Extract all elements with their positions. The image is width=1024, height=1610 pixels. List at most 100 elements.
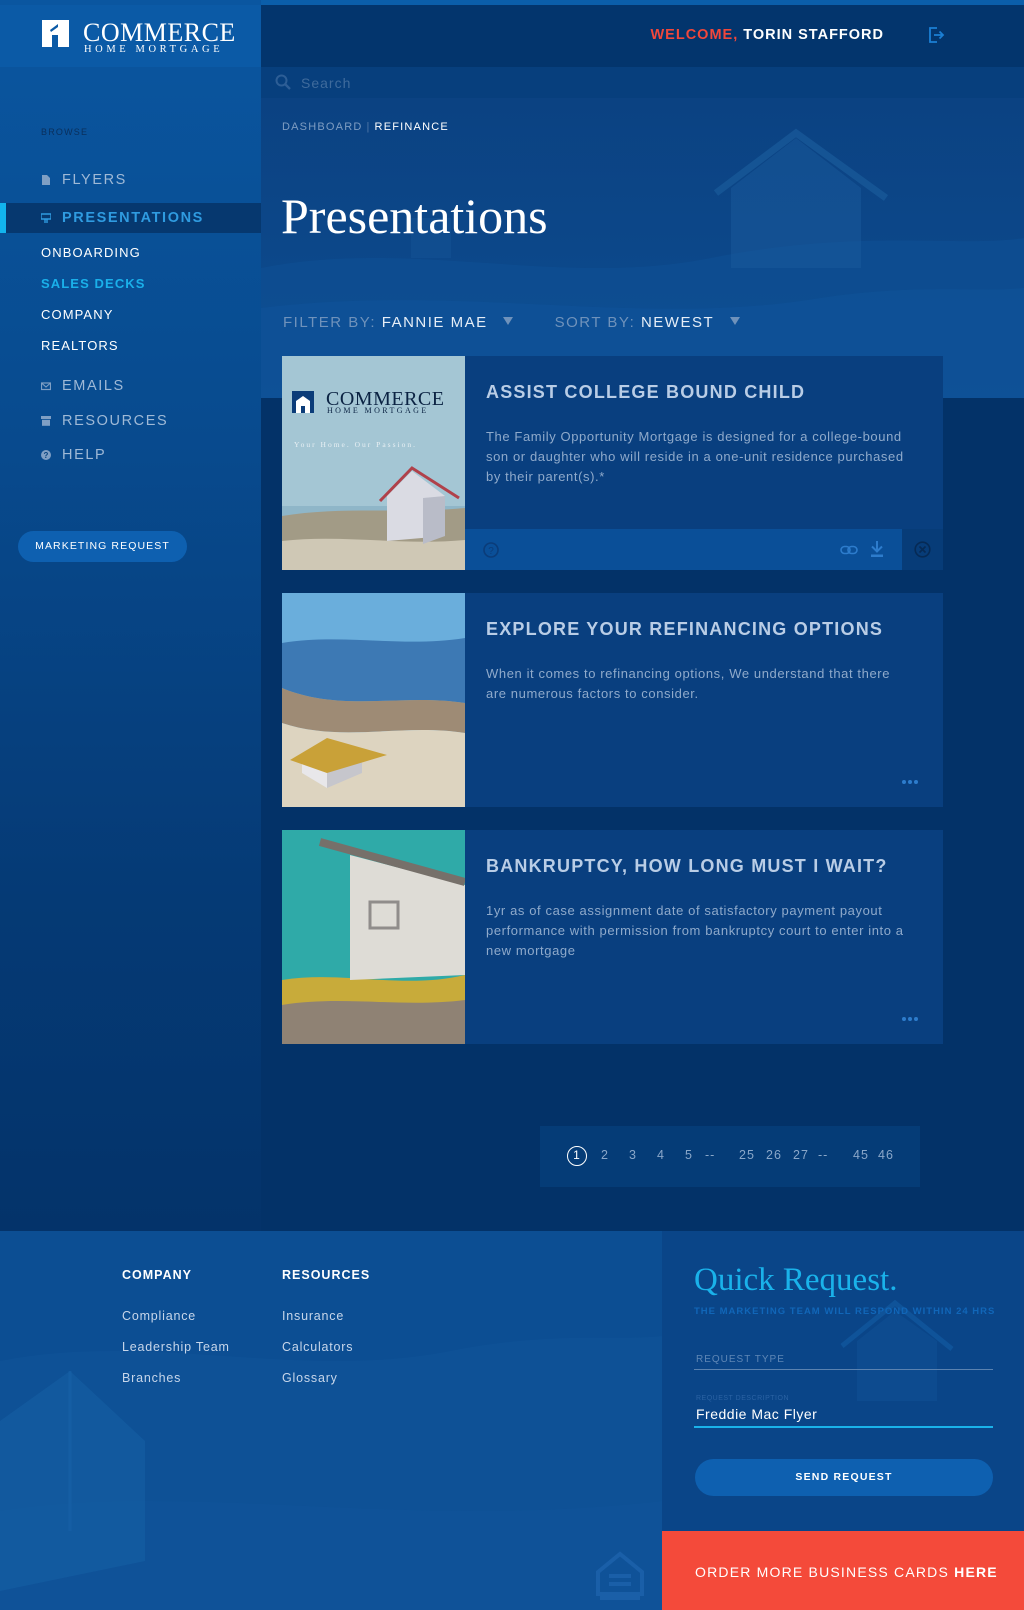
subnav-item-realtors[interactable]: REALTORS [41, 338, 119, 353]
card-description: 1yr as of case assignment date of satisf… [486, 903, 904, 958]
hero-banner [261, 98, 1024, 398]
footer [0, 1231, 662, 1610]
presentation-card[interactable]: COMMERCE HOME MORTGAGE Your Home. Our Pa… [282, 356, 943, 570]
card-title[interactable]: ASSIST COLLEGE BOUND CHILD [486, 382, 805, 403]
browse-label: BROWSE [41, 127, 89, 137]
hero-house-illustration [261, 128, 1024, 398]
page-ellipsis: -- [818, 1148, 829, 1162]
page-link[interactable]: 45 [853, 1148, 869, 1162]
document-icon [42, 175, 50, 185]
quick-request-subtitle: THE MARKETING TEAM WILL RESPOND WITHIN 2… [694, 1306, 996, 1317]
order-business-cards-text: ORDER MORE BUSINESS CARDS HERE [695, 1564, 998, 1580]
footer-link-compliance[interactable]: Compliance [122, 1309, 196, 1323]
filter-dropdown[interactable]: FILTER BY: FANNIE MAE [283, 314, 519, 331]
help-icon: ? [41, 450, 51, 460]
sidebar-item-label: PRESENTATIONS [62, 210, 204, 226]
card-description: The Family Opportunity Mortgage is desig… [486, 429, 904, 484]
close-icon[interactable] [914, 541, 931, 558]
card-thumbnail[interactable] [282, 830, 465, 1044]
thumbnail-house-image [282, 830, 465, 1044]
page-link[interactable]: 25 [739, 1148, 755, 1162]
footer-link-branches[interactable]: Branches [122, 1371, 181, 1385]
card-close-area [902, 529, 943, 570]
search-icon [275, 74, 291, 90]
sidebar-item-emails[interactable]: EMAILS [0, 371, 261, 401]
sidebar-item-label: FLYERS [62, 172, 127, 188]
filter-value: FANNIE MAE [381, 314, 488, 331]
link-icon[interactable] [840, 541, 858, 559]
search-input[interactable] [301, 71, 701, 95]
presentation-card[interactable]: BANKRUPTCY, HOW LONG MUST I WAIT? 1yr as… [282, 830, 943, 1044]
search-bar [261, 67, 1024, 98]
logo-subname: HOME MORTGAGE [84, 44, 224, 55]
sidebar-item-flyers[interactable]: FLYERS [0, 165, 261, 195]
card-thumbnail[interactable] [282, 593, 465, 807]
page-link[interactable]: 2 [601, 1148, 609, 1162]
page-link[interactable]: 4 [657, 1148, 665, 1162]
brand-logo[interactable]: COMMERCE HOME MORTGAGE [0, 5, 261, 67]
order-here-link[interactable]: HERE [954, 1564, 998, 1580]
footer-link-insurance[interactable]: Insurance [282, 1309, 344, 1323]
sort-label: SORT BY: [554, 314, 636, 331]
more-options-icon[interactable] [901, 1016, 919, 1022]
subnav-item-onboarding[interactable]: ONBOARDING [41, 245, 141, 260]
order-text: ORDER MORE BUSINESS CARDS [695, 1564, 950, 1580]
footer-resources-title: RESOURCES [282, 1268, 371, 1282]
subnav-item-company[interactable]: COMPANY [41, 307, 113, 322]
thumbnail-tagline: Your Home. Our Passion. [294, 440, 417, 449]
order-business-cards-banner[interactable]: ORDER MORE BUSINESS CARDS HERE [662, 1531, 1024, 1610]
filter-sort-row: FILTER BY: FANNIE MAE SORT BY: NEWEST [283, 314, 740, 331]
pagination: 1 2 3 4 5 -- 25 26 27 -- 45 46 [540, 1126, 920, 1187]
sidebar-item-resources[interactable]: RESOURCES [0, 406, 261, 436]
card-thumbnail[interactable]: COMMERCE HOME MORTGAGE Your Home. Our Pa… [282, 356, 465, 570]
footer-link-calculators[interactable]: Calculators [282, 1340, 353, 1354]
welcome-prefix: WELCOME, [650, 27, 739, 43]
sidebar-item-presentations[interactable]: PRESENTATIONS [0, 203, 261, 233]
marketing-request-button[interactable]: MARKETING REQUEST [18, 531, 187, 562]
thumbnail-house-image [282, 593, 465, 807]
footer-link-glossary[interactable]: Glossary [282, 1371, 338, 1385]
page-link[interactable]: 3 [629, 1148, 637, 1162]
welcome-message: WELCOME, TORIN STAFFORD [650, 27, 884, 43]
help-icon[interactable]: ? [483, 542, 499, 558]
download-icon[interactable] [869, 540, 885, 558]
logout-icon[interactable] [926, 25, 946, 45]
sort-dropdown[interactable]: SORT BY: NEWEST [555, 314, 740, 331]
request-description-field[interactable]: Freddie Mac Flyer [696, 1406, 817, 1422]
page-link[interactable]: 46 [878, 1148, 894, 1162]
presentation-card[interactable]: EXPLORE YOUR REFINANCING OPTIONS When it… [282, 593, 943, 807]
caret-down-icon [729, 317, 740, 325]
top-header: WELCOME, TORIN STAFFORD [261, 5, 1024, 67]
sidebar-item-label: RESOURCES [62, 413, 169, 429]
sidebar-item-label: HELP [62, 447, 107, 463]
request-type-field[interactable]: REQUEST TYPE [696, 1354, 785, 1365]
card-description: When it comes to refinancing options, We… [486, 666, 891, 701]
thumbnail-logo-subname: HOME MORTGAGE [327, 406, 429, 415]
request-type-underline [694, 1369, 993, 1370]
envelope-icon [41, 382, 51, 391]
footer-link-leadership-team[interactable]: Leadership Team [122, 1340, 230, 1354]
page-title: Presentations [281, 188, 548, 244]
svg-text:?: ? [488, 546, 494, 557]
page-link[interactable]: 27 [793, 1148, 809, 1162]
sort-value: NEWEST [640, 314, 714, 331]
more-options-icon[interactable] [901, 779, 919, 785]
page-link[interactable]: 5 [685, 1148, 693, 1162]
house-logo-icon [42, 20, 69, 47]
request-description-underline [694, 1426, 993, 1428]
caret-down-icon [503, 317, 514, 325]
breadcrumb-current: REFINANCE [374, 121, 449, 133]
footer-company-title: COMPANY [122, 1268, 192, 1282]
user-name[interactable]: TORIN STAFFORD [743, 27, 884, 43]
sidebar-item-help[interactable]: ? HELP [0, 440, 261, 470]
card-title[interactable]: EXPLORE YOUR REFINANCING OPTIONS [486, 619, 883, 640]
page-link[interactable]: 26 [766, 1148, 782, 1162]
send-request-button[interactable]: SEND REQUEST [695, 1459, 993, 1496]
breadcrumb-dashboard[interactable]: DASHBOARD [282, 121, 362, 133]
breadcrumb-separator: | [366, 121, 371, 133]
logo-name: COMMERCE [83, 18, 236, 47]
card-title[interactable]: BANKRUPTCY, HOW LONG MUST I WAIT? [486, 856, 888, 877]
equal-housing-icon [596, 1551, 644, 1600]
subnav-item-sales-decks[interactable]: SALES DECKS [41, 276, 146, 291]
page-current[interactable]: 1 [567, 1146, 587, 1166]
